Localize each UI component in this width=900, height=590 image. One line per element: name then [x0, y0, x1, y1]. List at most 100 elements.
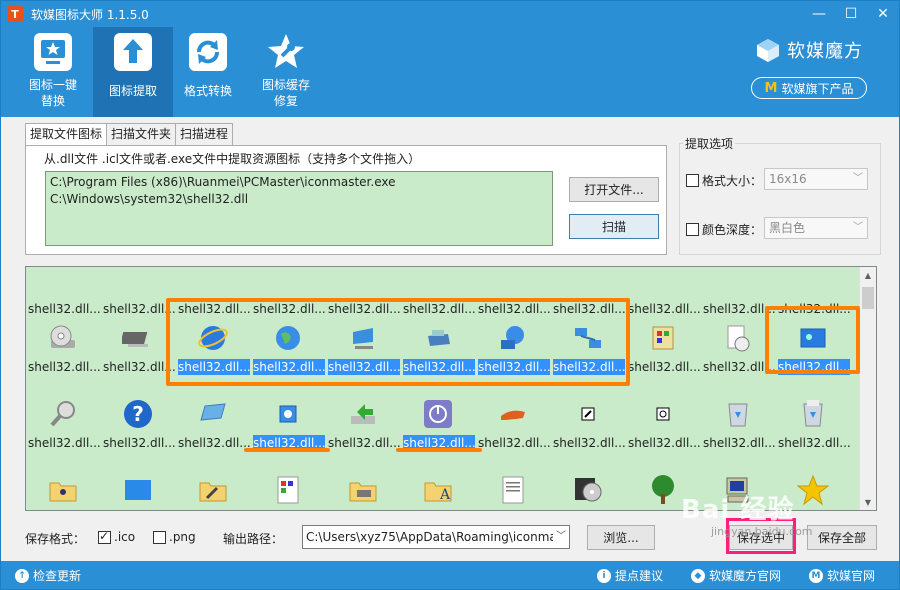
- tool-label: 图标提取: [108, 84, 157, 98]
- folder-tools-icon: [197, 474, 229, 506]
- arrow-drive-icon: [347, 398, 379, 430]
- close-button[interactable]: ✕: [867, 1, 899, 27]
- official-site-label: 软媒官网: [827, 569, 876, 583]
- icon-cell-label: shell32.dll...: [703, 436, 775, 450]
- icon-cell[interactable]: shell32.dll...: [251, 463, 326, 510]
- help-icon: ?: [122, 398, 154, 430]
- tool-format-convert[interactable]: 格式转换: [168, 27, 248, 117]
- icon-cell[interactable]: shell32.dll...: [326, 387, 401, 462]
- tray-icon: [197, 398, 229, 430]
- brand-logo: 软媒魔方: [755, 37, 863, 63]
- icon-cell[interactable]: shell32.dll...: [626, 311, 701, 386]
- icon-cell[interactable]: shell32.dll...: [176, 463, 251, 510]
- ico-checkbox[interactable]: [98, 529, 111, 544]
- mofang-site-link[interactable]: ◆ 软媒魔方官网: [691, 567, 781, 584]
- scroll-up-icon[interactable]: ▲: [860, 267, 876, 283]
- icon-cell[interactable]: shell32.dll...: [101, 463, 176, 510]
- selection-underline: [244, 448, 330, 452]
- products-button-label: 软媒旗下产品: [781, 81, 854, 96]
- icon-cell-label: shell32.dll...: [28, 436, 100, 450]
- official-site-link[interactable]: M 软媒官网: [809, 567, 875, 584]
- file-path-item: C:\Program Files (x86)\Ruanmei\PCMaster\…: [50, 175, 396, 189]
- scroll-down-icon[interactable]: ▼: [860, 494, 876, 510]
- icon-cell[interactable]: shell32.dll...: [476, 387, 551, 462]
- blank-icon: [272, 267, 304, 296]
- products-button[interactable]: M 软媒旗下产品: [751, 77, 867, 99]
- speaker-icon: [272, 398, 304, 430]
- icon-cell[interactable]: shell32.dll...: [551, 387, 626, 462]
- chevron-down-icon: ﹀: [853, 222, 863, 233]
- selection-highlight-box: [166, 298, 630, 386]
- depth-select[interactable]: 黑白色 ﹀: [764, 217, 868, 239]
- tool-label: 图标一键 替换: [28, 78, 77, 108]
- font-folder-icon: A: [422, 474, 454, 506]
- scroll-thumb[interactable]: [862, 287, 874, 309]
- maximize-button[interactable]: ☐: [835, 1, 867, 27]
- extract-options-title: 提取选项: [683, 135, 736, 152]
- icon-cell[interactable]: shell32.dll...: [26, 387, 101, 462]
- tool-cache-repair[interactable]: 图标缓存 修复: [246, 27, 326, 117]
- title-bar: T 软媒图标大师 1.1.5.0 — ☐ ✕: [1, 1, 899, 27]
- png-option[interactable]: .png: [153, 530, 196, 544]
- vertical-scrollbar[interactable]: ▲ ▼: [859, 267, 876, 510]
- icon-cell[interactable]: shell32.dll...: [626, 387, 701, 462]
- scan-button[interactable]: 扫描: [569, 214, 659, 239]
- blank-icon: [422, 267, 454, 296]
- suggest-link[interactable]: i 提点建议: [597, 567, 663, 584]
- ico-option[interactable]: .ico: [98, 529, 135, 544]
- icon-cell[interactable]: shell32.dll...: [551, 463, 626, 510]
- output-path-select[interactable]: C:\Users\xyz75\AppData\Roaming\iconma ﹀: [302, 525, 570, 549]
- cube-logo-icon: [757, 39, 779, 62]
- source-tabs: 提取文件图标 扫描文件夹 扫描进程: [25, 123, 234, 146]
- tool-icon-extract[interactable]: 图标提取: [93, 27, 173, 117]
- depth-checkbox[interactable]: [686, 223, 699, 236]
- tool-icon-replace[interactable]: 图标一键 替换: [13, 27, 93, 117]
- png-checkbox[interactable]: [153, 530, 166, 544]
- size-checkbox[interactable]: [686, 174, 699, 187]
- minimize-button[interactable]: —: [803, 1, 835, 27]
- icon-cell[interactable]: shell32.dll...: [776, 387, 851, 462]
- cd-media-icon: [572, 474, 604, 506]
- size-option[interactable]: 格式大小：: [686, 172, 762, 189]
- open-file-button[interactable]: 打开文件...: [569, 177, 659, 202]
- shortcut-power-icon: [647, 398, 679, 430]
- magnifier-icon: [47, 398, 79, 430]
- upload-arrow-icon: [109, 29, 157, 75]
- depth-select-value: 黑白色: [769, 221, 806, 235]
- icon-cell[interactable]: shell32.dll...: [701, 387, 776, 462]
- icon-cell[interactable]: shell32.dll...: [101, 311, 176, 386]
- icon-cell[interactable]: shell32.dll...: [326, 463, 401, 510]
- output-path-value: C:\Users\xyz75\AppData\Roaming\iconma: [306, 530, 557, 544]
- watermark-url: jingyan.baidu.com: [711, 525, 813, 538]
- m-logo-icon: M: [809, 568, 823, 583]
- icon-cell[interactable]: shell32.dll...: [26, 463, 101, 510]
- icon-cell[interactable]: Ashell32.dll...: [401, 463, 476, 510]
- size-label: 格式大小：: [702, 174, 763, 188]
- blank-icon: [347, 267, 379, 296]
- hand-icon: [497, 398, 529, 430]
- output-path-label: 输出路径：: [223, 532, 284, 546]
- icon-cell[interactable]: ? shell32.dll...: [101, 387, 176, 462]
- check-update-link[interactable]: ↑ 检查更新: [15, 567, 81, 584]
- tab-scan-process[interactable]: 扫描进程: [175, 123, 234, 145]
- save-all-button[interactable]: 保存全部: [807, 525, 877, 550]
- size-select[interactable]: 16x16 ﹀: [764, 168, 868, 190]
- mofang-site-label: 软媒魔方官网: [709, 569, 782, 583]
- depth-option[interactable]: 颜色深度：: [686, 221, 762, 238]
- svg-text:A: A: [439, 487, 451, 503]
- icon-cell[interactable]: shell32.dll...: [176, 387, 251, 462]
- icon-cell-label: shell32.dll...: [628, 360, 700, 374]
- save-format-label: 保存格式：: [25, 532, 86, 546]
- icon-cell-label: shell32.dll...: [178, 436, 250, 450]
- blue-square-icon: [122, 474, 154, 506]
- icon-cell[interactable]: shell32.dll...: [26, 311, 101, 386]
- folder-people-icon: [47, 474, 79, 506]
- icon-cell[interactable]: shell32.dll...: [476, 463, 551, 510]
- chevron-down-icon: ﹀: [853, 173, 863, 184]
- printer-folder-icon: [347, 474, 379, 506]
- icon-grid[interactable]: ▲ ▼ shell32.dll... shell32.dll... shell32.…: [25, 266, 877, 511]
- browse-button[interactable]: 浏览...: [587, 525, 655, 550]
- tab-scan-folder[interactable]: 扫描文件夹: [106, 123, 177, 145]
- file-path-list[interactable]: C:\Program Files (x86)\Ruanmei\PCMaster\…: [45, 171, 553, 246]
- tab-extract-file[interactable]: 提取文件图标: [25, 123, 108, 146]
